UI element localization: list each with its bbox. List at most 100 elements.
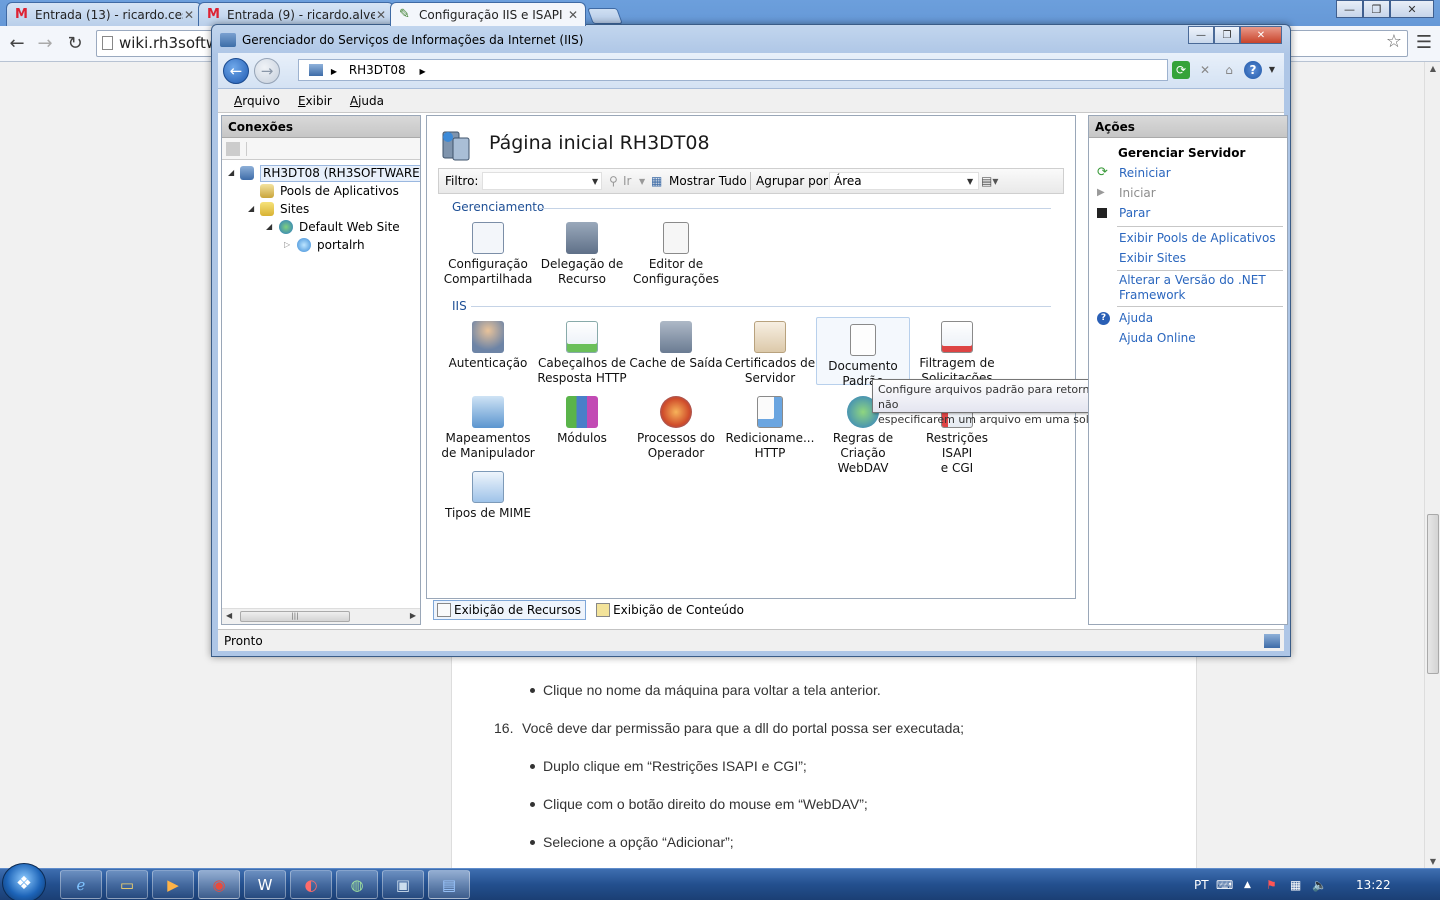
action-online-help[interactable]: Ajuda Online: [1119, 331, 1196, 346]
iis-manager-taskbar-icon[interactable]: ▤: [428, 870, 470, 899]
expand-icon[interactable]: ▷: [284, 236, 294, 254]
show-all-button[interactable]: Mostrar Tudo: [669, 169, 747, 193]
minimize-icon[interactable]: —: [1336, 0, 1363, 18]
browser-tab-gmail-2[interactable]: M Entrada (9) - ricardo.alves ✕: [198, 2, 394, 26]
action-start[interactable]: Iniciar: [1119, 186, 1156, 201]
app-icon[interactable]: ◐: [290, 870, 332, 899]
scroll-up-icon[interactable]: ▲: [1425, 64, 1440, 73]
display-icon[interactable]: ▣: [382, 870, 424, 899]
binoculars-icon[interactable]: ⚲: [609, 169, 618, 193]
collapse-icon[interactable]: ◢: [266, 218, 276, 236]
chevron-down-icon[interactable]: ▼: [639, 177, 645, 186]
chrome-icon[interactable]: ◉: [198, 870, 240, 899]
feature-handler-mappings[interactable]: Mapeamentos de Manipulador: [441, 390, 535, 460]
tree-item-server[interactable]: ◢ RH3DT08 (RH3SOFTWARE\ric: [222, 164, 420, 182]
collapse-icon[interactable]: ◢: [228, 164, 238, 182]
group-by-select[interactable]: Área: [829, 172, 979, 190]
menu-help[interactable]: Ajuda: [350, 94, 384, 108]
action-stop[interactable]: Parar: [1119, 206, 1150, 221]
close-icon[interactable]: ✕: [183, 8, 195, 22]
chevron-down-icon[interactable]: ▼: [592, 177, 598, 186]
iis-titlebar[interactable]: Gerenciador do Serviços de Informações d…: [212, 25, 1290, 53]
feature-mime-types[interactable]: Tipos de MIME: [441, 465, 535, 533]
forward-arrow-icon[interactable]: →: [34, 33, 56, 54]
action-view-app-pools[interactable]: Exibir Pools de Aplicativos: [1119, 231, 1276, 246]
scroll-right-icon[interactable]: ▶: [410, 611, 416, 620]
feature-authentication[interactable]: Autenticação: [441, 315, 535, 383]
refresh-icon[interactable]: ⟳: [1172, 61, 1190, 79]
maximize-icon[interactable]: ❐: [1363, 0, 1390, 18]
browser-tab-gmail-1[interactable]: M Entrada (13) - ricardo.cesar ✕: [6, 2, 202, 26]
start-button[interactable]: ❖: [2, 863, 46, 900]
minimize-icon[interactable]: —: [1188, 26, 1214, 44]
view-icon[interactable]: ▤▾: [981, 169, 998, 193]
action-change-net-version-line2[interactable]: Framework: [1119, 288, 1185, 303]
page-scrollbar[interactable]: ▲ ▼: [1424, 62, 1440, 868]
action-restart[interactable]: Reiniciar: [1119, 166, 1171, 181]
go-button[interactable]: Ir: [623, 169, 631, 193]
feature-server-certificates[interactable]: Certificados de Servidor: [723, 315, 817, 385]
feature-delegation[interactable]: Delegação de Recurso: [535, 216, 629, 286]
scroll-left-icon[interactable]: ◀: [226, 611, 232, 620]
language-indicator[interactable]: PT: [1194, 878, 1209, 892]
filter-input[interactable]: [482, 172, 602, 190]
back-arrow-icon[interactable]: ←: [223, 58, 249, 84]
scroll-down-icon[interactable]: ▼: [1425, 857, 1440, 866]
file-explorer-icon[interactable]: ▭: [106, 870, 148, 899]
action-change-net-version[interactable]: Alterar a Versão do .NET: [1119, 273, 1266, 288]
show-hidden-icons[interactable]: ▲: [1244, 880, 1251, 890]
connections-hscroll[interactable]: ◀ ||| ▶: [222, 608, 420, 624]
menu-icon[interactable]: ☰: [1416, 32, 1432, 53]
action-center-icon[interactable]: ⚑: [1266, 878, 1277, 892]
chevron-down-icon[interactable]: ▼: [967, 177, 973, 186]
tab-features-view[interactable]: Exibição de Recursos: [433, 600, 587, 620]
stop-icon[interactable]: ✕: [1196, 61, 1214, 79]
close-icon[interactable]: ✕: [1240, 26, 1282, 44]
close-icon[interactable]: ✕: [375, 8, 387, 22]
feature-shared-configuration[interactable]: Configuração Compartilhada: [441, 216, 535, 286]
tree-item-app-pools[interactable]: Pools de Aplicativos: [222, 182, 420, 200]
forward-arrow-icon[interactable]: →: [254, 58, 280, 84]
new-tab-button[interactable]: [587, 8, 623, 24]
collapse-icon[interactable]: ◢: [248, 200, 258, 218]
media-player-icon[interactable]: ▶: [152, 870, 194, 899]
feature-worker-processes[interactable]: Processos do Operador: [629, 390, 723, 460]
chevron-right-icon[interactable]: ▶: [419, 67, 425, 76]
internet-explorer-icon[interactable]: ℯ: [60, 870, 102, 899]
browser-tab-wiki[interactable]: ✎ Configuração IIS e ISAPI d ✕: [390, 2, 586, 26]
connect-icon[interactable]: [226, 142, 240, 156]
feature-request-filtering[interactable]: Filtragem de Solicitações: [910, 315, 1004, 385]
feature-http-redirect[interactable]: Redicioname... HTTP: [723, 390, 817, 460]
menu-view[interactable]: Exibir: [298, 94, 332, 108]
close-icon[interactable]: ✕: [567, 8, 579, 22]
remote-desktop-icon[interactable]: ◍: [336, 870, 378, 899]
breadcrumb[interactable]: ▶ RH3DT08 ▶: [298, 59, 1168, 81]
help-icon[interactable]: ?: [1244, 61, 1262, 79]
maximize-icon[interactable]: ❐: [1214, 26, 1240, 44]
close-icon[interactable]: ✕: [1390, 0, 1434, 18]
chevron-down-icon[interactable]: ▼: [1268, 61, 1276, 79]
home-icon[interactable]: ⌂: [1220, 61, 1238, 79]
action-help[interactable]: Ajuda: [1119, 311, 1153, 326]
feature-config-editor[interactable]: Editor de Configurações: [629, 216, 723, 286]
menu-file[interactable]: Arquivo: [234, 94, 280, 108]
show-all-icon[interactable]: ▦: [651, 169, 662, 193]
breadcrumb-server[interactable]: RH3DT08: [349, 63, 406, 77]
volume-icon[interactable]: 🔈: [1312, 878, 1327, 892]
feature-output-cache[interactable]: Cache de Saída: [629, 315, 723, 383]
clock[interactable]: 13:22: [1356, 878, 1391, 892]
word-icon[interactable]: W: [244, 870, 286, 899]
back-arrow-icon[interactable]: ←: [6, 33, 28, 54]
network-icon[interactable]: ▦: [1290, 878, 1301, 892]
scroll-thumb[interactable]: [1427, 514, 1439, 674]
bookmark-star-icon[interactable]: ☆: [1386, 31, 1402, 52]
tree-item-default-web-site[interactable]: ◢ Default Web Site: [222, 218, 420, 236]
scroll-thumb[interactable]: |||: [240, 611, 350, 622]
reload-icon[interactable]: ↻: [64, 33, 86, 54]
action-view-sites[interactable]: Exibir Sites: [1119, 251, 1186, 266]
keyboard-icon[interactable]: ⌨: [1216, 878, 1233, 892]
tab-content-view[interactable]: Exibição de Conteúdo: [592, 600, 749, 620]
feature-default-document[interactable]: Documento Padrão: [816, 317, 910, 388]
tree-item-sites[interactable]: ◢ Sites: [222, 200, 420, 218]
tree-item-portalrh[interactable]: ▷ portalrh: [222, 236, 420, 254]
